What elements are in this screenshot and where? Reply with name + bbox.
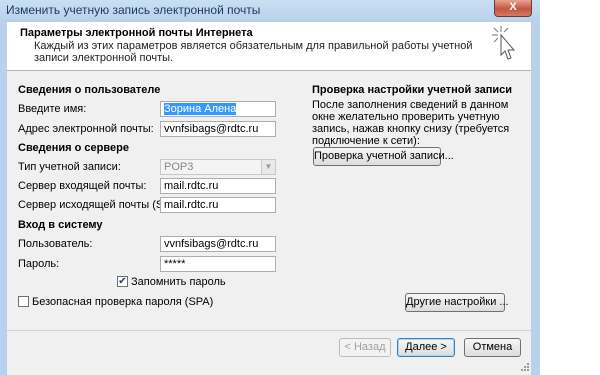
cancel-button[interactable]: Отмена — [464, 338, 521, 357]
email-field[interactable]: vvnfsibags@rdtc.ru — [160, 121, 276, 137]
header-title: Параметры электронной почты Интернета — [20, 27, 253, 39]
incoming-server-field[interactable]: mail.rdtc.ru — [160, 178, 276, 194]
footer-divider — [7, 330, 531, 331]
account-type-label: Тип учетной записи: — [18, 161, 121, 173]
window-title: Изменить учетную запись электронной почт… — [6, 3, 261, 17]
name-field[interactable]: Зорина Алена — [160, 101, 276, 117]
account-type-value: POP3 — [164, 161, 194, 173]
resize-grip-icon[interactable] — [520, 362, 530, 372]
window-frame-left — [0, 22, 7, 375]
mouse-cursor-icon — [492, 26, 516, 60]
header-description: Каждый из этих параметров является обяза… — [34, 40, 473, 64]
name-field-value: Зорина Алена — [164, 103, 237, 115]
spa-checkbox[interactable] — [18, 296, 29, 307]
test-panel-description: После заполнения сведений в данном окне … — [312, 99, 510, 147]
next-button[interactable]: Далее > — [397, 338, 455, 357]
window-frame-right — [531, 22, 540, 375]
back-button[interactable]: < Назад — [339, 338, 391, 357]
chevron-down-icon: ▼ — [261, 160, 275, 174]
user-label: Пользователь: — [18, 238, 93, 250]
password-label: Пароль: — [18, 258, 60, 270]
more-settings-button[interactable]: Другие настройки ... — [405, 293, 509, 312]
remember-password-checkbox[interactable]: ✔ — [117, 276, 128, 287]
email-label: Адрес электронной почты: — [18, 123, 154, 135]
remember-password-label: Запомнить пароль — [131, 276, 226, 288]
test-panel-title: Проверка настройки учетной записи — [312, 84, 513, 96]
login-section-title: Вход в систему — [18, 219, 103, 231]
user-field[interactable]: vvnfsibags@rdtc.ru — [160, 236, 276, 252]
close-button[interactable]: X — [494, 0, 532, 17]
incoming-server-label: Сервер входящей почты: — [18, 180, 147, 192]
name-label: Введите имя: — [18, 103, 87, 115]
outgoing-server-field[interactable]: mail.rdtc.ru — [160, 197, 276, 213]
user-info-section-title: Сведения о пользователе — [18, 84, 161, 96]
password-field[interactable]: ***** — [160, 256, 276, 272]
account-type-select[interactable]: POP3 ▼ — [160, 159, 276, 175]
spa-label: Безопасная проверка пароля (SPA) — [32, 296, 214, 308]
server-info-section-title: Сведения о сервере — [18, 142, 129, 154]
test-account-button[interactable]: Проверка учетной записи... — [313, 147, 454, 166]
